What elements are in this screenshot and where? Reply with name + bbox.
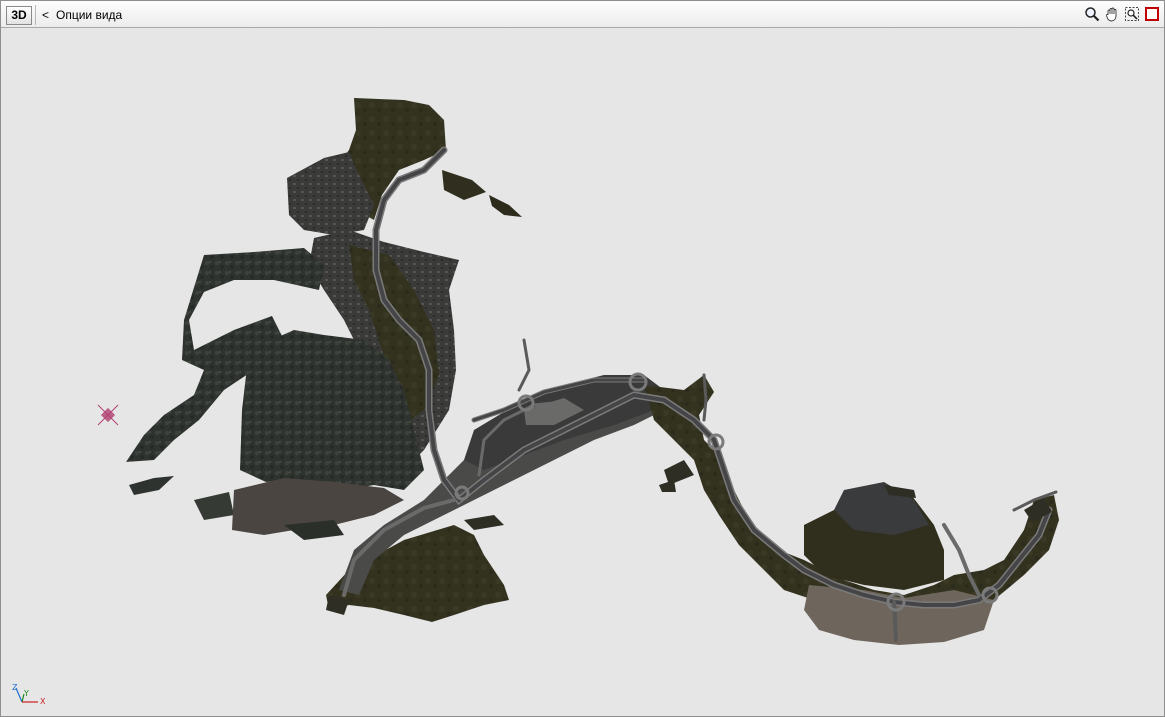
z-axis-label: Z [12,683,18,692]
view-options-label[interactable]: Опции вида [56,8,122,22]
terrain-scene [97,98,1059,645]
toolbar-separator [35,5,36,25]
zoom-extents-icon[interactable] [1123,5,1141,23]
view-options-menu[interactable]: < Опции вида [41,7,122,23]
reference-marker[interactable] [97,404,119,426]
x-axis-label: X [40,697,46,706]
zoom-icon[interactable] [1083,5,1101,23]
map-3d-window: 3D < Опции вида Z Y X [0,0,1165,717]
north-terrain [287,98,522,235]
view-tools [1083,5,1161,25]
3d-viewport[interactable]: Z Y X [4,30,1162,714]
axis-triad: Z Y X [10,682,50,708]
y-axis-label: Y [23,689,29,698]
chevron-left-icon[interactable]: < [41,8,50,22]
east-valley [644,375,1059,645]
maximize-icon[interactable] [1143,5,1161,23]
view-toolbar: 3D < Опции вида [1,1,1164,28]
pan-hand-icon[interactable] [1103,5,1121,23]
3d-mode-button[interactable]: 3D [6,6,32,25]
